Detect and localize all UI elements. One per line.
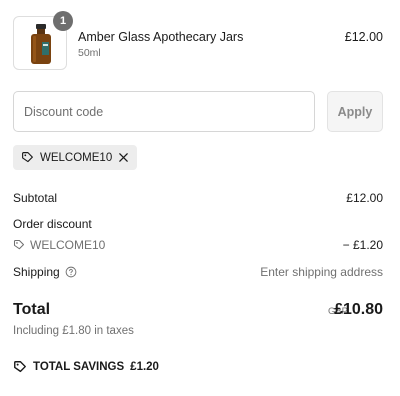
quantity-badge: 1 (53, 11, 73, 31)
total-label: Total (13, 301, 51, 318)
order-discount-label: Order discount (13, 217, 92, 231)
apply-discount-button[interactable]: Apply (327, 91, 383, 132)
subtotal-label: Subtotal (13, 191, 58, 205)
discount-value: − £1.20 (342, 238, 383, 252)
product-variant: 50ml (78, 47, 101, 59)
applied-discount-chip: WELCOME10 (13, 145, 138, 170)
savings-value: £1.20 (130, 361, 159, 373)
taxes-note: Including £1.80 in taxes (13, 325, 134, 337)
product-name: Amber Glass Apothecary Jars (78, 30, 244, 44)
shipping-label: Shipping (13, 265, 60, 279)
question-help-icon[interactable] (65, 266, 77, 278)
total-savings: TOTAL SAVINGS £1.20 (13, 360, 159, 374)
shipping-value: Enter shipping address (260, 265, 383, 279)
tag-icon (13, 239, 25, 251)
tag-icon (21, 151, 34, 164)
remove-discount-close-icon[interactable] (118, 152, 129, 163)
cart-line-item: 1 Amber Glass Apothecary Jars 50ml £12.0… (13, 11, 383, 72)
discount-code-input[interactable] (13, 91, 315, 132)
applied-discount-code: WELCOME10 (40, 151, 113, 164)
subtotal-value: £12.00 (346, 191, 383, 205)
total-value: £10.80 (334, 301, 383, 318)
summary-discount-code: WELCOME10 (30, 238, 106, 252)
product-price: £12.00 (344, 30, 383, 44)
product-thumbnail-wrapper: 1 (13, 11, 73, 70)
savings-label: TOTAL SAVINGS (33, 361, 125, 373)
savings-tag-icon (13, 360, 27, 374)
